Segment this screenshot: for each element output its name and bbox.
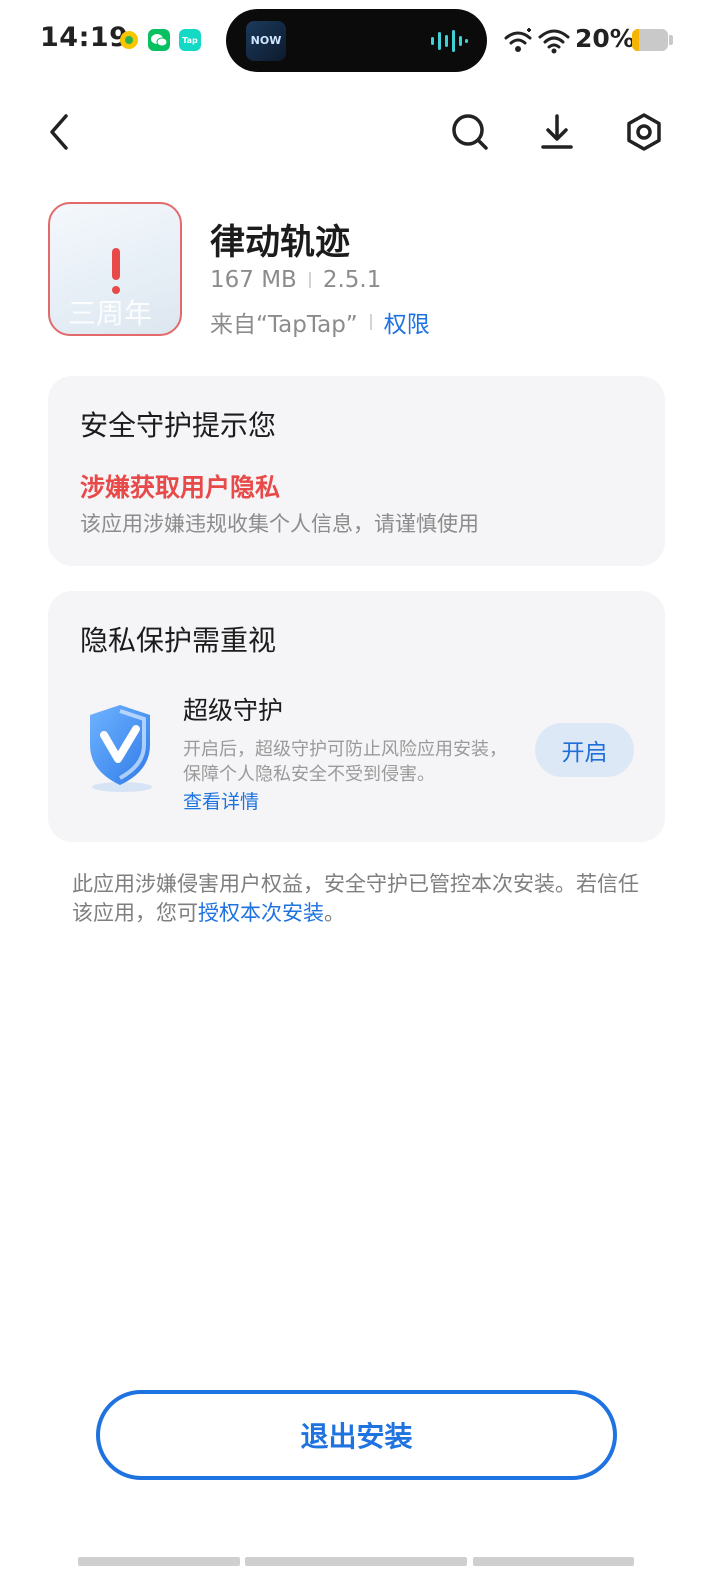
divider: [369, 314, 372, 330]
search-button[interactable]: [446, 108, 494, 156]
divider: [308, 272, 311, 288]
wifi-icon: [538, 29, 570, 54]
app-icon-watermark: 三周年: [68, 297, 153, 330]
authorize-install-link[interactable]: 授权本次安装: [198, 901, 324, 925]
app-source-row: 来自“TapTap” 权限: [210, 305, 430, 339]
download-icon: [541, 114, 573, 149]
app-meta: 167 MB 2.5.1: [210, 267, 381, 293]
dynamic-island[interactable]: NOW: [226, 9, 487, 72]
app-size: 167 MB: [210, 267, 297, 293]
permissions-link[interactable]: 权限: [384, 305, 430, 339]
status-bar: 14:19 Tap NOW 20%: [0, 0, 720, 84]
privacy-card-title: 隐私保护需重视: [80, 624, 277, 657]
app-version: 2.5.1: [322, 267, 382, 293]
view-details-link[interactable]: 查看详情: [183, 787, 259, 814]
app-name: 律动轨迹: [210, 223, 351, 263]
audio-wave-icon: [431, 30, 468, 52]
nav-bar-segment: [78, 1557, 240, 1566]
taptap-icon: Tap: [179, 29, 201, 51]
security-warning-card: 安全守护提示您 涉嫌获取用户隐私 该应用涉嫌违规收集个人信息，请谨慎使用: [48, 376, 665, 566]
back-button[interactable]: [36, 108, 84, 156]
nav-bar-segment: [245, 1557, 467, 1566]
warning-icon: [112, 248, 120, 294]
nav-bar-segment: [473, 1557, 634, 1566]
battery-percent: 20%: [575, 24, 635, 53]
exit-install-button[interactable]: 退出安装: [96, 1390, 617, 1480]
download-button[interactable]: [533, 108, 581, 156]
security-card-title: 安全守护提示您: [80, 409, 277, 442]
super-protection-description: 开启后，超级守护可防止风险应用安装，保障个人隐私安全不受到侵害。: [183, 739, 507, 785]
settings-button[interactable]: [620, 108, 668, 156]
super-protection-title: 超级守护: [183, 696, 284, 725]
wechat-icon: [148, 29, 170, 51]
search-icon: [452, 114, 488, 150]
notice-suffix: 。: [324, 901, 345, 925]
shield-icon: [90, 705, 152, 792]
privacy-protection-card: 隐私保护需重视 超级守护 开启后，超级守护可防止风险应用安装，保障个人隐私安全不…: [48, 591, 665, 842]
risk-title: 涉嫌获取用户隐私: [80, 473, 281, 502]
notice-text: 此应用涉嫌侵害用户权益，安全守护已管控本次安装。若信任该应用，您可: [72, 872, 639, 925]
status-time: 14:19: [40, 22, 129, 53]
risk-description: 该应用涉嫌违规收集个人信息，请谨慎使用: [80, 512, 479, 536]
signal-icon: [504, 28, 532, 52]
app-source: 来自“TapTap”: [210, 312, 358, 338]
back-icon: [50, 114, 68, 150]
install-notice: 此应用涉嫌侵害用户权益，安全守护已管控本次安装。若信任该应用，您可授权本次安装。: [72, 870, 652, 928]
qq-music-icon: [118, 29, 140, 51]
enable-button[interactable]: 开启: [535, 723, 634, 777]
battery-icon: [632, 29, 668, 51]
settings-icon: [627, 113, 661, 151]
island-media-badge: NOW: [246, 21, 286, 61]
app-icon: 三周年: [48, 202, 182, 336]
